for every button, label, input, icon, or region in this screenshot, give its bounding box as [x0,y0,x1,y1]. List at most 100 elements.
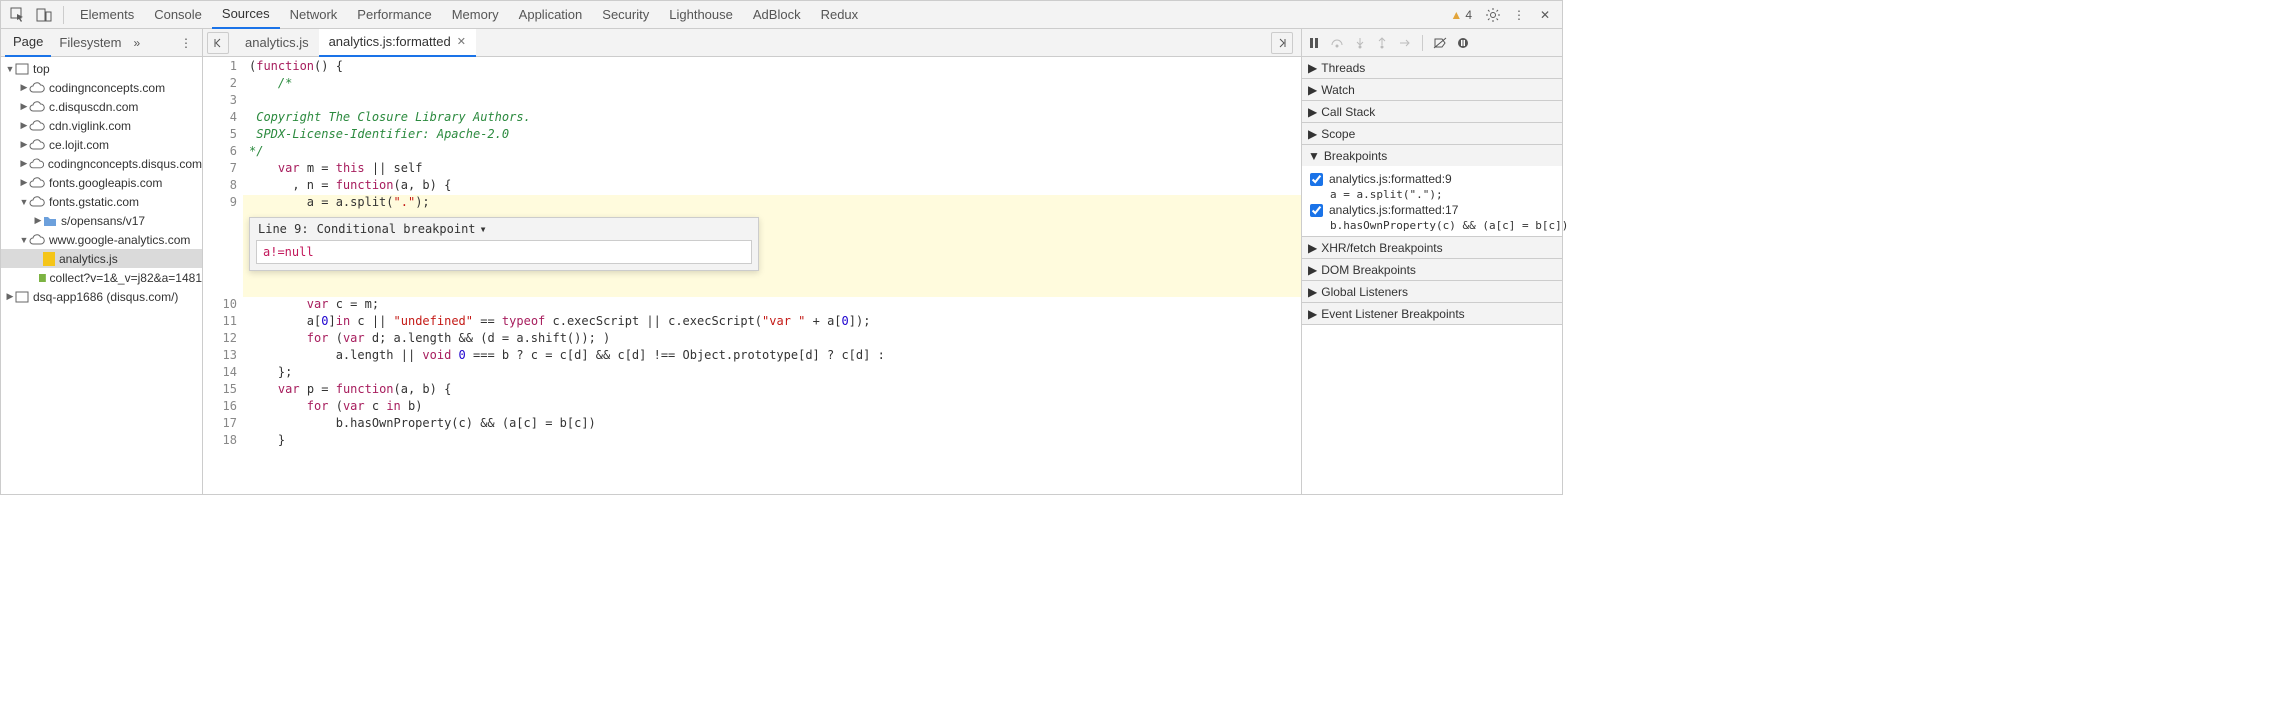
disclosure-icon[interactable]: ▶ [19,177,29,188]
condition-input[interactable]: a!=null [256,240,752,264]
tree-item[interactable]: ▶s/opensans/v17 [1,211,202,230]
code-line[interactable]: for (var c in b) [243,399,1301,416]
disclosure-icon[interactable]: ▼ [19,197,29,207]
deactivate-breakpoints-icon[interactable] [1433,37,1447,49]
section-header-threads[interactable]: ▶Threads [1302,57,1562,78]
nav-forward-icon[interactable] [1271,32,1293,54]
line-number[interactable]: 1 [203,59,243,76]
step-icon[interactable] [1398,37,1412,49]
tab-application[interactable]: Application [509,1,593,29]
tab-adblock[interactable]: AdBlock [743,1,811,29]
tab-sources[interactable]: Sources [212,1,280,29]
navigator-kebab-icon[interactable]: ⋮ [174,36,198,50]
section-header-global-listeners[interactable]: ▶Global Listeners [1302,281,1562,302]
step-into-icon[interactable] [1354,37,1366,49]
tab-elements[interactable]: Elements [70,1,144,29]
line-gutter[interactable]: 123456789 101112131415161718 [203,57,243,494]
line-number[interactable]: 13 [203,348,243,365]
disclosure-icon[interactable]: ▶ [5,291,15,302]
code-line[interactable]: /* [243,76,1301,93]
code-line[interactable]: (function() { [243,59,1301,76]
line-number[interactable]: 5 [203,127,243,144]
tab-console[interactable]: Console [144,1,212,29]
code-line[interactable]: Copyright The Closure Library Authors. [243,110,1301,127]
section-header-breakpoints[interactable]: ▼Breakpoints [1302,145,1562,166]
tree-item[interactable]: ▶c.disquscdn.com [1,97,202,116]
close-tab-icon[interactable]: ✕ [457,35,466,48]
section-header-dom-breakpoints[interactable]: ▶DOM Breakpoints [1302,259,1562,280]
code-line[interactable]: }; [243,365,1301,382]
overflow-icon[interactable]: » [134,36,141,50]
tree-item[interactable]: ▶codingnconcepts.com [1,78,202,97]
disclosure-icon[interactable]: ▶ [19,139,29,150]
breakpoint-checkbox[interactable] [1310,204,1323,217]
nav-back-icon[interactable] [207,32,229,54]
pause-exceptions-icon[interactable] [1457,37,1469,49]
file-tab[interactable]: analytics.js:formatted✕ [319,29,476,57]
disclosure-icon[interactable]: ▶ [33,215,43,226]
line-number[interactable]: 16 [203,399,243,416]
line-number[interactable]: 10 [203,297,243,314]
code-line[interactable]: var p = function(a, b) { [243,382,1301,399]
code-line[interactable]: b.hasOwnProperty(c) && (a[c] = b[c]) [243,416,1301,433]
code-line[interactable]: */ [243,144,1301,161]
tree-item[interactable]: analytics.js [1,249,202,268]
breakpoint-type-select[interactable]: Conditional breakpoint ▾ [317,222,487,236]
line-number[interactable]: 11 [203,314,243,331]
tab-redux[interactable]: Redux [811,1,869,29]
tab-performance[interactable]: Performance [347,1,441,29]
section-header-scope[interactable]: ▶Scope [1302,123,1562,144]
tree-item[interactable]: ▶dsq-app1686 (disqus.com/) [1,287,202,306]
breakpoint-item[interactable]: analytics.js:formatted:9 [1310,170,1562,188]
tree-item[interactable]: ▼www.google-analytics.com [1,230,202,249]
line-number[interactable]: 12 [203,331,243,348]
nav-tab-filesystem[interactable]: Filesystem [51,29,129,57]
line-number[interactable]: 2 [203,76,243,93]
code-line[interactable] [243,93,1301,110]
tree-item[interactable]: collect?v=1&_v=j82&a=1481 [1,268,202,287]
warnings-badge[interactable]: ▲ 4 [1450,8,1472,22]
tab-lighthouse[interactable]: Lighthouse [659,1,743,29]
disclosure-icon[interactable]: ▼ [19,235,29,245]
line-number[interactable]: 14 [203,365,243,382]
code-line[interactable]: , n = function(a, b) { [243,178,1301,195]
tree-item[interactable]: ▼top [1,59,202,78]
disclosure-icon[interactable]: ▶ [19,158,29,169]
section-header-event-listener-breakpoints[interactable]: ▶Event Listener Breakpoints [1302,303,1562,324]
tab-network[interactable]: Network [280,1,348,29]
line-number[interactable]: 18 [203,433,243,450]
step-over-icon[interactable] [1330,37,1344,49]
close-icon[interactable]: ✕ [1534,4,1556,26]
line-number[interactable]: 3 [203,93,243,110]
code-line[interactable]: for (var d; a.length && (d = a.shift());… [243,331,1301,348]
code-line[interactable]: } [243,433,1301,450]
breakpoint-item[interactable]: analytics.js:formatted:17 [1310,201,1562,219]
line-number[interactable]: 15 [203,382,243,399]
inspect-icon[interactable] [7,4,29,26]
tab-security[interactable]: Security [592,1,659,29]
line-number[interactable]: 7 [203,161,243,178]
disclosure-icon[interactable]: ▶ [19,101,29,112]
line-number[interactable]: 17 [203,416,243,433]
line-number[interactable]: 4 [203,110,243,127]
section-header-watch[interactable]: ▶Watch [1302,79,1562,100]
tree-item[interactable]: ▶ce.lojit.com [1,135,202,154]
pause-icon[interactable] [1308,37,1320,49]
line-number[interactable]: 9 [203,195,243,212]
code-line[interactable]: var m = this || self [243,161,1301,178]
line-number[interactable]: 8 [203,178,243,195]
code-line[interactable]: a[0]in c || "undefined" == typeof c.exec… [243,314,1301,331]
line-number[interactable]: 6 [203,144,243,161]
breakpoint-checkbox[interactable] [1310,173,1323,186]
section-header-call-stack[interactable]: ▶Call Stack [1302,101,1562,122]
kebab-icon[interactable]: ⋮ [1508,4,1530,26]
tab-memory[interactable]: Memory [442,1,509,29]
step-out-icon[interactable] [1376,37,1388,49]
code-area[interactable]: (function() { /* Copyright The Closure L… [243,57,1301,494]
file-tab[interactable]: analytics.js [235,29,319,57]
code-line[interactable]: SPDX-License-Identifier: Apache-2.0 [243,127,1301,144]
disclosure-icon[interactable]: ▶ [19,82,29,93]
section-header-xhr-fetch-breakpoints[interactable]: ▶XHR/fetch Breakpoints [1302,237,1562,258]
device-icon[interactable] [33,4,55,26]
tree-item[interactable]: ▼fonts.gstatic.com [1,192,202,211]
